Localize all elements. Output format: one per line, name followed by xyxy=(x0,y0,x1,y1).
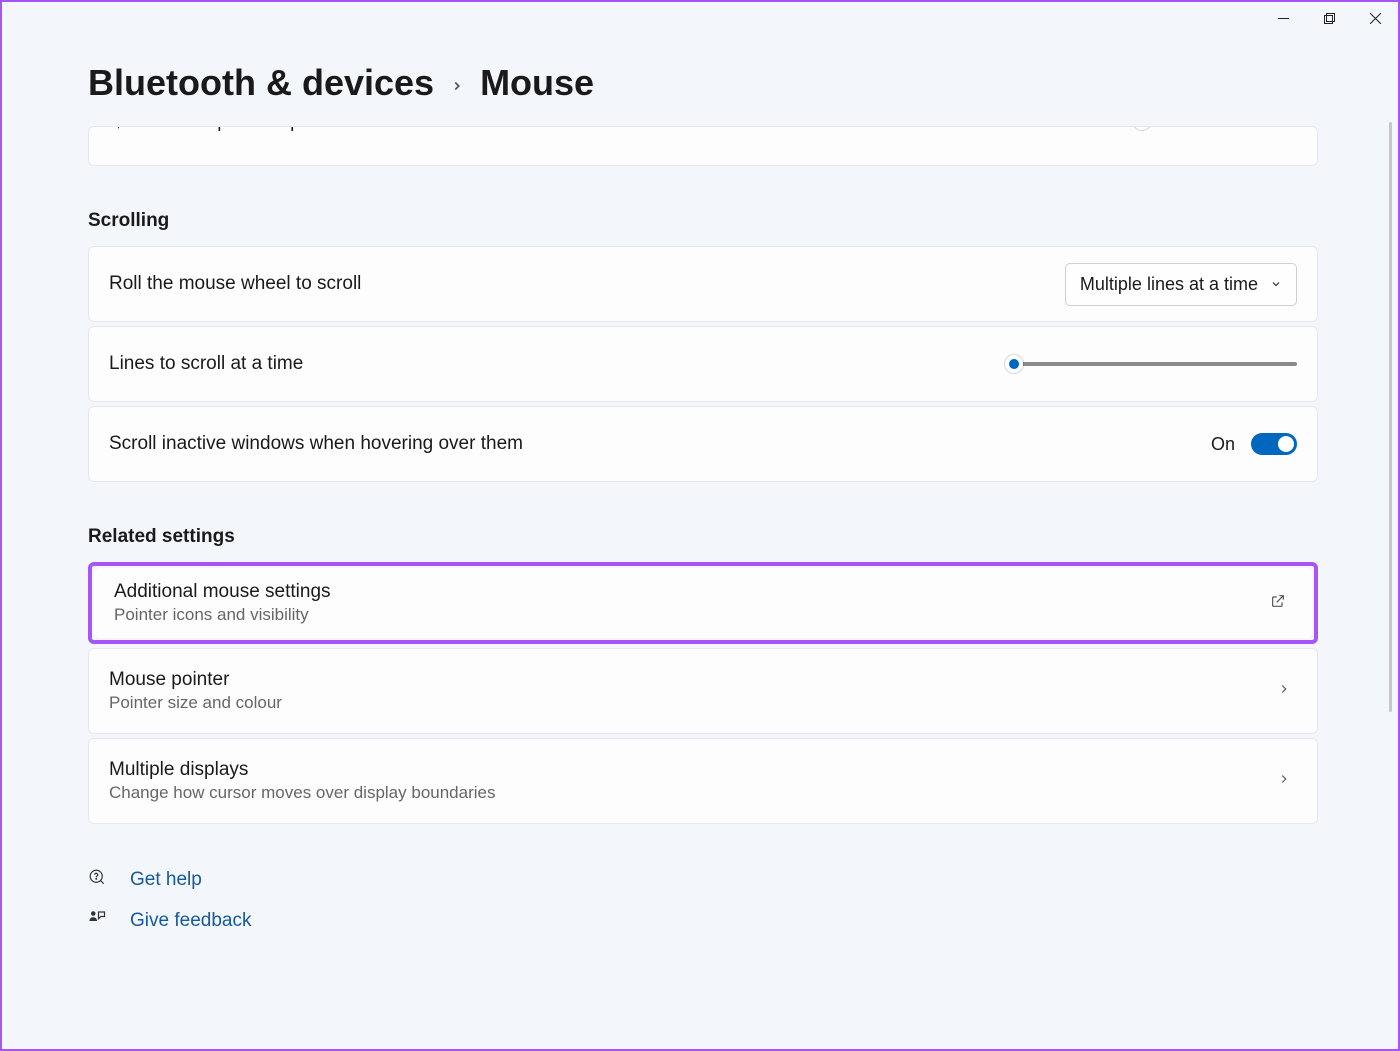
scrollbar[interactable] xyxy=(1389,122,1392,712)
breadcrumb-parent[interactable]: Bluetooth & devices xyxy=(88,62,434,104)
feedback-icon xyxy=(88,909,108,932)
additional-mouse-settings-row[interactable]: Additional mouse settings Pointer icons … xyxy=(94,568,1312,638)
external-link-icon xyxy=(1270,593,1292,614)
related-settings-heading: Related settings xyxy=(88,526,1318,548)
chevron-right-icon xyxy=(1277,682,1297,701)
breadcrumb: Bluetooth & devices Mouse xyxy=(88,62,1318,104)
scroll-inactive-label: Scroll inactive windows when hovering ov… xyxy=(109,433,523,455)
roll-wheel-dropdown[interactable]: Multiple lines at a time xyxy=(1065,263,1297,306)
lines-to-scroll-row: Lines to scroll at a time xyxy=(88,326,1318,402)
roll-wheel-label: Roll the mouse wheel to scroll xyxy=(109,273,361,295)
roll-wheel-value: Multiple lines at a time xyxy=(1080,274,1258,295)
scrolling-heading: Scrolling xyxy=(88,210,1318,232)
get-help-label: Get help xyxy=(130,869,202,891)
lines-to-scroll-slider[interactable] xyxy=(1005,354,1297,374)
mouse-pointer-speed-label: Mouse pointer speed xyxy=(155,126,332,133)
close-button[interactable] xyxy=(1352,2,1398,34)
chevron-right-icon xyxy=(1277,772,1297,791)
multiple-displays-sub: Change how cursor moves over display bou… xyxy=(109,783,495,803)
multiple-displays-title: Multiple displays xyxy=(109,759,495,781)
help-icon xyxy=(88,868,108,891)
mouse-pointer-row[interactable]: Mouse pointer Pointer size and colour xyxy=(88,648,1318,734)
additional-mouse-settings-sub: Pointer icons and visibility xyxy=(114,605,331,625)
mouse-pointer-sub: Pointer size and colour xyxy=(109,693,282,713)
scroll-inactive-state: On xyxy=(1211,434,1235,455)
chevron-right-icon xyxy=(450,69,464,100)
maximize-button[interactable] xyxy=(1306,2,1352,34)
mouse-pointer-title: Mouse pointer xyxy=(109,669,282,691)
scroll-inactive-row: Scroll inactive windows when hovering ov… xyxy=(88,406,1318,482)
minimize-button[interactable] xyxy=(1260,2,1306,34)
get-help-link[interactable]: Get help xyxy=(88,868,1318,891)
mouse-pointer-speed-row: Mouse pointer speed xyxy=(88,126,1318,166)
window-controls xyxy=(1260,2,1398,34)
give-feedback-link[interactable]: Give feedback xyxy=(88,909,1318,932)
additional-mouse-settings-title: Additional mouse settings xyxy=(114,581,331,603)
highlight-box: Additional mouse settings Pointer icons … xyxy=(88,562,1318,644)
chevron-down-icon xyxy=(1270,274,1282,295)
pointer-speed-slider[interactable] xyxy=(1005,126,1297,131)
scroll-inactive-toggle[interactable] xyxy=(1251,433,1297,455)
roll-wheel-row: Roll the mouse wheel to scroll Multiple … xyxy=(88,246,1318,322)
multiple-displays-row[interactable]: Multiple displays Change how cursor move… xyxy=(88,738,1318,824)
page-title: Mouse xyxy=(480,62,594,104)
lines-to-scroll-label: Lines to scroll at a time xyxy=(109,353,303,375)
give-feedback-label: Give feedback xyxy=(130,910,251,932)
cursor-icon xyxy=(109,126,131,131)
